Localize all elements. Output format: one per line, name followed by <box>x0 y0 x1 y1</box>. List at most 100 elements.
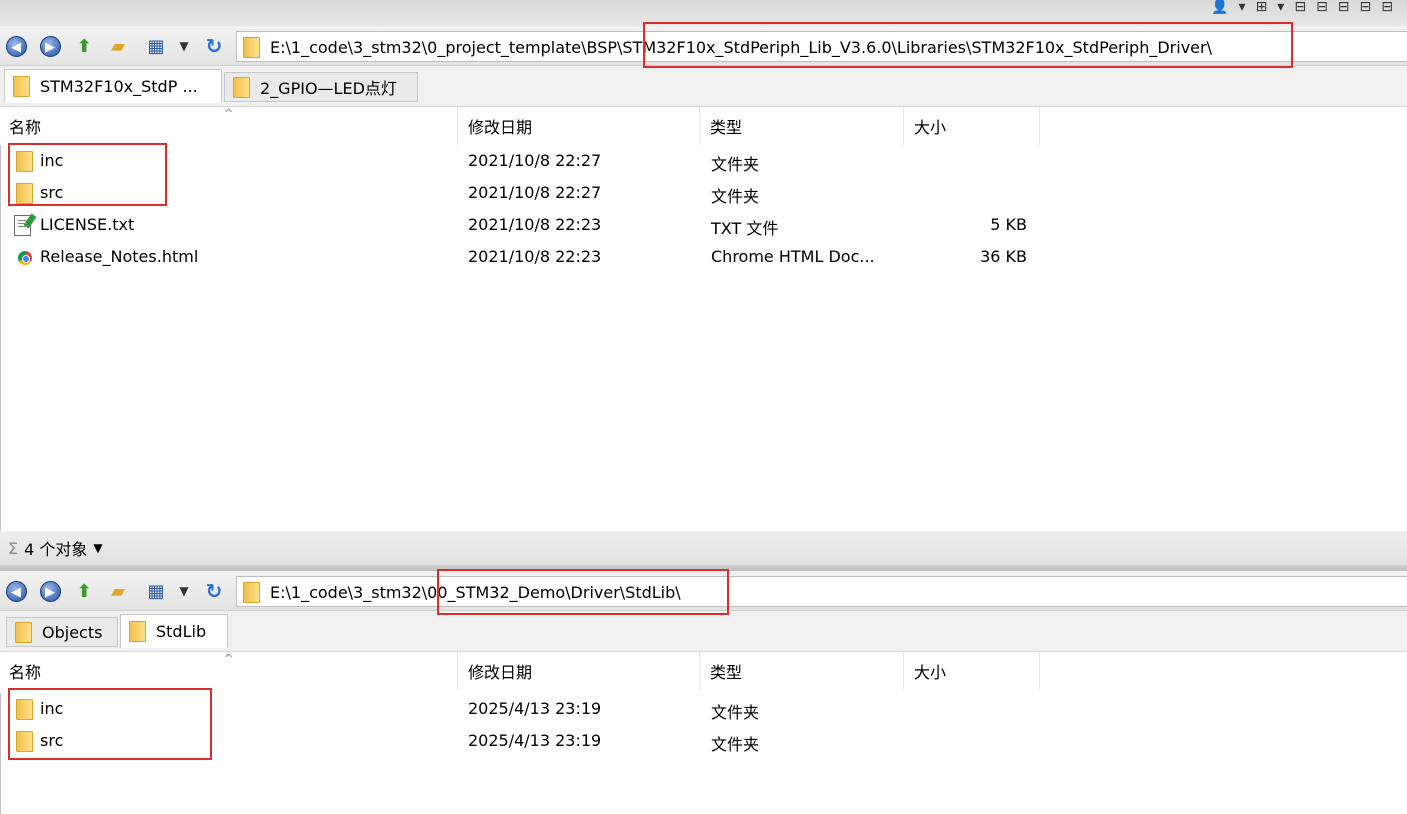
top-toolbar-strip: 👤 ▾ ⊞ ▾ ⊟ ⊟ ⊟ ⊟ ⊟ <box>0 0 1407 26</box>
back-button[interactable]: ◀ <box>4 579 28 603</box>
chrome-icon <box>18 251 32 265</box>
view-grid-icon: ▦ <box>147 35 165 57</box>
back-button[interactable]: ◀ <box>4 34 28 58</box>
file-type: 文件夹 <box>711 735 760 754</box>
refresh-icon: ↻ <box>205 34 223 58</box>
file-date: 2025/4/13 23:19 <box>468 731 602 750</box>
new-folder-button[interactable]: ▰ <box>106 34 130 58</box>
view-dropdown[interactable]: ▼ <box>172 34 196 58</box>
file-name: inc <box>40 151 64 170</box>
new-folder-button[interactable]: ▰ <box>106 579 130 603</box>
pane-icon-4[interactable]: ⊟ <box>1360 0 1372 14</box>
dropdown-icon[interactable]: ▾ <box>1277 0 1284 14</box>
pane-icon-5[interactable]: ⊟ <box>1381 0 1393 14</box>
tab-strip: STM32F10x_StdP ... 2_GPIO—LED点灯 <box>0 66 1407 107</box>
file-date: 2021/10/8 22:23 <box>468 215 602 234</box>
pane-icon-1[interactable]: ⊟ <box>1294 0 1306 14</box>
sort-caret-icon: ^ <box>224 107 234 120</box>
new-folder-icon: ▰ <box>111 35 125 57</box>
file-size: 5 KB <box>990 215 1027 234</box>
tab-stm32f10x[interactable]: STM32F10x_StdP ... <box>4 69 222 103</box>
tab-label: StdLib <box>156 621 207 641</box>
folder-icon <box>243 582 260 603</box>
pane-border <box>0 693 1 814</box>
column-type[interactable]: 类型 <box>700 107 904 145</box>
view-button[interactable]: ▦ <box>144 579 168 603</box>
address-path[interactable]: E:\1_code\3_stm32\00_STM32_Demo\Driver\S… <box>270 583 681 602</box>
forward-button[interactable]: ▶ <box>38 34 62 58</box>
address-bar[interactable]: E:\1_code\3_stm32\00_STM32_Demo\Driver\S… <box>236 576 1407 607</box>
file-name: src <box>40 731 64 750</box>
forward-button[interactable]: ▶ <box>38 579 62 603</box>
column-type-label: 类型 <box>710 663 743 682</box>
object-count: 4 个对象 <box>24 540 88 559</box>
address-path[interactable]: E:\1_code\3_stm32\0_project_template\BSP… <box>270 38 1212 57</box>
back-arrow-icon: ◀ <box>5 35 27 57</box>
tab-label: 2_GPIO—LED点灯 <box>260 79 397 98</box>
pane-icon-3[interactable]: ⊟ <box>1338 0 1350 14</box>
folder-icon <box>15 621 32 643</box>
up-arrow-icon: ⬆ <box>76 35 92 57</box>
column-date[interactable]: 修改日期 <box>458 107 700 145</box>
file-row[interactable]: src 2025/4/13 23:19 文件夹 <box>0 725 1100 757</box>
up-folder-button[interactable]: ⬆ <box>72 34 96 58</box>
column-size[interactable]: 大小 <box>904 107 1040 145</box>
column-size-label: 大小 <box>914 118 947 137</box>
forward-arrow-icon: ▶ <box>39 580 61 602</box>
file-row[interactable]: inc 2021/10/8 22:27 文件夹 <box>0 145 1100 177</box>
folder-icon <box>13 75 30 97</box>
refresh-button[interactable]: ↻ <box>202 34 226 58</box>
file-date: 2025/4/13 23:19 <box>468 699 602 718</box>
person-icon[interactable]: 👤 <box>1211 0 1228 14</box>
dropdown-icon[interactable]: ▾ <box>1239 0 1246 14</box>
view-button[interactable]: ▦ <box>144 34 168 58</box>
column-date-label: 修改日期 <box>468 663 533 682</box>
view-dropdown[interactable]: ▼ <box>172 579 196 603</box>
column-name-label: 名称 <box>9 663 42 682</box>
view-grid-icon: ▦ <box>147 580 165 602</box>
file-name: src <box>40 183 64 202</box>
up-folder-button[interactable]: ⬆ <box>72 579 96 603</box>
folder-icon <box>243 37 260 58</box>
column-size[interactable]: 大小 <box>904 652 1040 690</box>
status-bar: Σ 4 个对象 ▼ <box>0 531 1407 565</box>
file-type: TXT 文件 <box>711 219 779 238</box>
folder-icon <box>16 699 33 720</box>
tab-gpio-led[interactable]: 2_GPIO—LED点灯 <box>224 72 418 102</box>
top-right-icons: 👤 ▾ ⊞ ▾ ⊟ ⊟ ⊟ ⊟ ⊟ <box>1211 0 1393 16</box>
pane-icon-2[interactable]: ⊟ <box>1316 0 1328 14</box>
address-bar[interactable]: E:\1_code\3_stm32\0_project_template\BSP… <box>236 31 1407 62</box>
file-type: 文件夹 <box>711 187 760 206</box>
up-arrow-icon: ⬆ <box>76 580 92 602</box>
column-name-label: 名称 <box>9 118 42 137</box>
explorer-pane-top: ◀ ▶ ⬆ ▰ ▦ ▼ ↻ E:\1_code\3_stm32\0_projec… <box>0 22 1407 531</box>
chevron-down-icon[interactable]: ▼ <box>93 541 102 555</box>
folder-icon <box>129 620 146 642</box>
column-header: 名称 ^ 修改日期 类型 大小 <box>0 107 1407 145</box>
tab-strip: Objects StdLib <box>0 611 1407 652</box>
file-row[interactable]: Release_Notes.html 2021/10/8 22:23 Chrom… <box>0 241 1100 273</box>
refresh-icon: ↻ <box>205 579 223 603</box>
folder-icon <box>16 183 33 204</box>
folder-icon <box>16 731 33 752</box>
file-type: Chrome HTML Doc... <box>711 247 875 266</box>
chevron-down-icon: ▼ <box>179 39 189 53</box>
refresh-button[interactable]: ↻ <box>202 579 226 603</box>
column-date-label: 修改日期 <box>468 118 533 137</box>
column-header: 名称 ^ 修改日期 类型 大小 <box>0 652 1407 690</box>
tab-objects[interactable]: Objects <box>6 617 118 647</box>
file-row[interactable]: src 2021/10/8 22:27 文件夹 <box>0 177 1100 209</box>
forward-arrow-icon: ▶ <box>39 35 61 57</box>
column-size-label: 大小 <box>914 663 947 682</box>
nav-toolbar: ◀ ▶ ⬆ ▰ ▦ ▼ ↻ E:\1_code\3_stm32\0_projec… <box>0 26 1407 66</box>
column-type[interactable]: 类型 <box>700 652 904 690</box>
file-row[interactable]: inc 2025/4/13 23:19 文件夹 <box>0 693 1100 725</box>
file-name: LICENSE.txt <box>40 215 135 234</box>
nav-toolbar: ◀ ▶ ⬆ ▰ ▦ ▼ ↻ E:\1_code\3_stm32\00_STM32… <box>0 571 1407 611</box>
tab-stdlib[interactable]: StdLib <box>120 614 228 648</box>
text-file-icon <box>14 215 31 236</box>
layout-icon[interactable]: ⊞ <box>1256 0 1268 14</box>
file-row[interactable]: LICENSE.txt 2021/10/8 22:23 TXT 文件 5 KB <box>0 209 1100 241</box>
file-date: 2021/10/8 22:27 <box>468 183 602 202</box>
column-date[interactable]: 修改日期 <box>458 652 700 690</box>
